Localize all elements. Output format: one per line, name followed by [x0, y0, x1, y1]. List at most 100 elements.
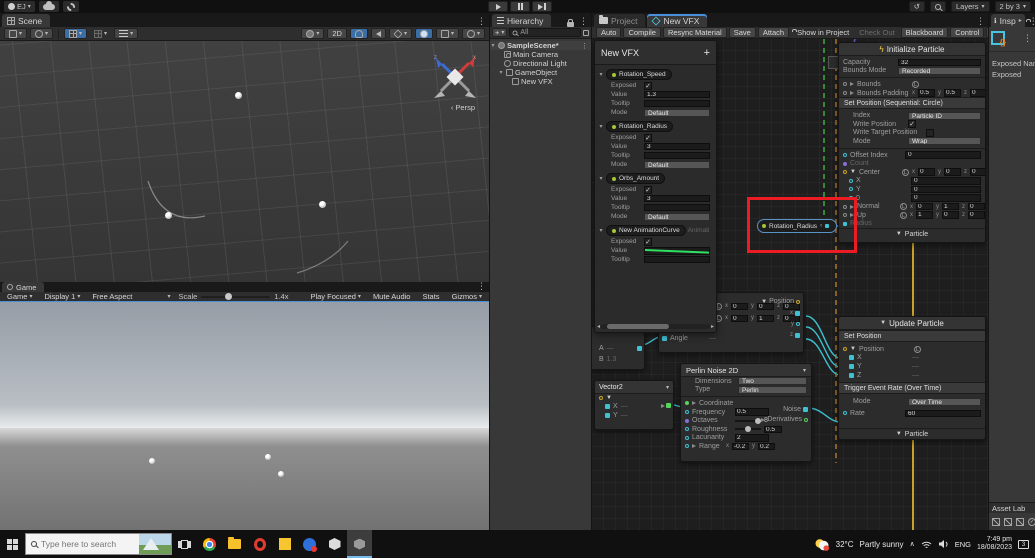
initialize-particle-node[interactable]: ϟ Initialize Particle Capacity 32 Bounds M…	[838, 42, 986, 243]
network-icon[interactable]	[921, 540, 932, 549]
bounds-padding-z[interactable]: 0	[970, 89, 985, 97]
position-x-output-port[interactable]: x	[790, 310, 800, 316]
center-y[interactable]: 0	[943, 168, 961, 176]
param-orbs-amount[interactable]: ▾ Orbs_Amount	[595, 172, 716, 185]
save-button[interactable]: Save	[728, 27, 756, 38]
hierarchy-item-main-camera[interactable]: Main Camera	[490, 50, 591, 59]
undo-history-button[interactable]: ↺	[908, 1, 926, 12]
offset-index-input-port[interactable]	[843, 153, 847, 158]
space-local-icon[interactable]: L	[912, 80, 919, 88]
hierarchy-item-new-vfx[interactable]: New VFX	[490, 77, 591, 86]
center-z[interactable]: 0	[969, 168, 985, 176]
dimensions-dropdown[interactable]: Two	[738, 377, 807, 386]
space-local-icon[interactable]: L	[900, 211, 907, 219]
scale-slider-handle[interactable]	[225, 293, 233, 300]
up-z[interactable]: 0	[968, 211, 985, 219]
mode-dropdown[interactable]: Default	[644, 160, 710, 169]
vfx-blackboard[interactable]: New VFX + ▾ Rotation_Speed Exposed ✓ Value 1…	[594, 40, 717, 333]
lacunarity-field[interactable]: 2	[735, 434, 769, 442]
stats-toggle[interactable]: Stats	[418, 291, 443, 302]
roughness-field[interactable]: 0.5	[764, 425, 782, 434]
position-input-port[interactable]	[843, 347, 847, 352]
search-filter-icon[interactable]	[583, 29, 589, 36]
gizmos-dropdown[interactable]: ▾	[461, 28, 485, 39]
weather-desc[interactable]: Partly sunny	[860, 540, 904, 549]
write-position-checkbox[interactable]: ✓	[908, 120, 916, 129]
vector-y-field[interactable]: 1	[757, 314, 774, 323]
pause-button[interactable]	[510, 1, 530, 12]
taskbar-app[interactable]	[297, 530, 322, 558]
normal-z[interactable]: 0	[968, 202, 985, 211]
check-circle-icon[interactable]: ✓	[1028, 518, 1035, 526]
mute-audio-toggle[interactable]: Mute Audio	[369, 291, 415, 302]
tooltip-field[interactable]	[644, 255, 710, 264]
scroll-left-arrow-icon[interactable]: ◂	[597, 323, 600, 330]
type-dropdown[interactable]: Perlin	[738, 385, 807, 394]
game-gizmos-dropdown[interactable]: Gizmos ▾	[448, 291, 486, 302]
step-button[interactable]	[532, 1, 552, 12]
particle-flow-anchor[interactable]: Particle	[905, 431, 928, 438]
tab-new-vfx[interactable]: New VFX	[647, 14, 708, 27]
notification-center-icon[interactable]: 3	[1018, 539, 1029, 549]
display-dropdown[interactable]: Display 1 ▾	[40, 291, 84, 302]
language-indicator[interactable]: ENG	[955, 540, 971, 549]
bounds-mode-dropdown[interactable]: Recorded	[898, 66, 981, 75]
weather-icon[interactable]	[814, 537, 830, 551]
foldout-icon[interactable]: ▾	[598, 175, 604, 182]
pivot-dropdown[interactable]: ▾	[30, 28, 54, 39]
play-button[interactable]	[488, 1, 508, 12]
value-field[interactable]: 3	[644, 142, 710, 151]
space-local-icon[interactable]: L	[900, 203, 907, 211]
scene-orientation-gizmo[interactable]: z x	[429, 51, 481, 103]
compile-button[interactable]: Compile	[623, 27, 661, 38]
persp-label[interactable]: ‹ Persp	[451, 103, 475, 112]
taskbar-chrome[interactable]	[197, 530, 222, 558]
hierarchy-scene-row[interactable]: ▾ SampleScene* ⋮	[490, 41, 591, 50]
kebab-menu-icon[interactable]: ⋮	[578, 42, 591, 50]
check-out-button[interactable]: Check Out	[855, 27, 898, 38]
foldout-icon[interactable]: ▾	[598, 227, 604, 234]
search-button[interactable]	[930, 1, 947, 12]
draw-mode-dropdown[interactable]: ▾	[301, 28, 325, 39]
kebab-menu-icon[interactable]: ⋮	[973, 16, 988, 27]
offset-index-field[interactable]: 0	[905, 151, 981, 159]
foldout-ic[interactable]: ▾	[598, 123, 604, 130]
trigger-event-rate-block-header[interactable]: Trigger Event Rate (Over Time)	[839, 382, 985, 395]
foldout-icon[interactable]: ▾	[598, 71, 604, 78]
center-input-port[interactable]	[843, 170, 847, 175]
bounds-padding-x[interactable]: 0.5	[918, 89, 935, 97]
grid-snap-dropdown[interactable]: ▾	[64, 28, 88, 39]
mode-dropdown[interactable]: Default	[644, 212, 710, 221]
assetbundle-variant-icon[interactable]	[1004, 518, 1012, 526]
mode-dropdown[interactable]: Wrap	[908, 137, 981, 146]
trigger-mode-dropdown[interactable]: Over Time	[908, 397, 981, 406]
chevron-down-icon[interactable]: ▾	[803, 367, 806, 374]
taskbar-sticky-notes[interactable]	[272, 530, 297, 558]
bounds-padding-y[interactable]: 0.5	[944, 89, 961, 97]
taskbar-unity-editor[interactable]	[347, 530, 372, 558]
foldout-icon[interactable]: ▾	[490, 42, 496, 49]
range-input-port[interactable]	[685, 444, 689, 449]
index-dropdown[interactable]: Particle ID	[908, 111, 981, 120]
tooltip-field[interactable]	[644, 151, 710, 160]
set-position-block-header[interactable]: Set Position (Sequential: Circle)	[839, 97, 985, 110]
exposed-checkbox[interactable]: ✓	[644, 237, 652, 246]
create-object-button[interactable]: + ▾	[492, 28, 508, 37]
range-x-field[interactable]: -0.2	[732, 442, 749, 451]
chevron-down-icon[interactable]: ▾	[666, 384, 669, 391]
scroll-right-arrow-icon[interactable]: ▸	[711, 323, 714, 330]
camera-dropdown[interactable]: ▾	[435, 28, 459, 39]
angle-input-port[interactable]: Angle —	[662, 335, 716, 342]
audio-toggle[interactable]	[370, 28, 386, 39]
vector2-node[interactable]: Vector2 ▾ ▼ X — Y —	[594, 380, 674, 430]
x-input-port[interactable]	[849, 178, 853, 183]
asset-labels-bar[interactable]: Asset Lab	[989, 502, 1035, 513]
z-input-port[interactable]	[849, 372, 854, 378]
search-input[interactable]	[41, 539, 123, 549]
lighting-toggle[interactable]	[349, 28, 368, 39]
normal-x[interactable]: 0	[916, 202, 933, 211]
frequency-field[interactable]: 0.5	[735, 408, 769, 416]
clock[interactable]: 7:49 pm 18/08/2023	[977, 536, 1012, 552]
search-highlight-image[interactable]	[139, 534, 171, 554]
settings-button[interactable]	[62, 1, 79, 12]
